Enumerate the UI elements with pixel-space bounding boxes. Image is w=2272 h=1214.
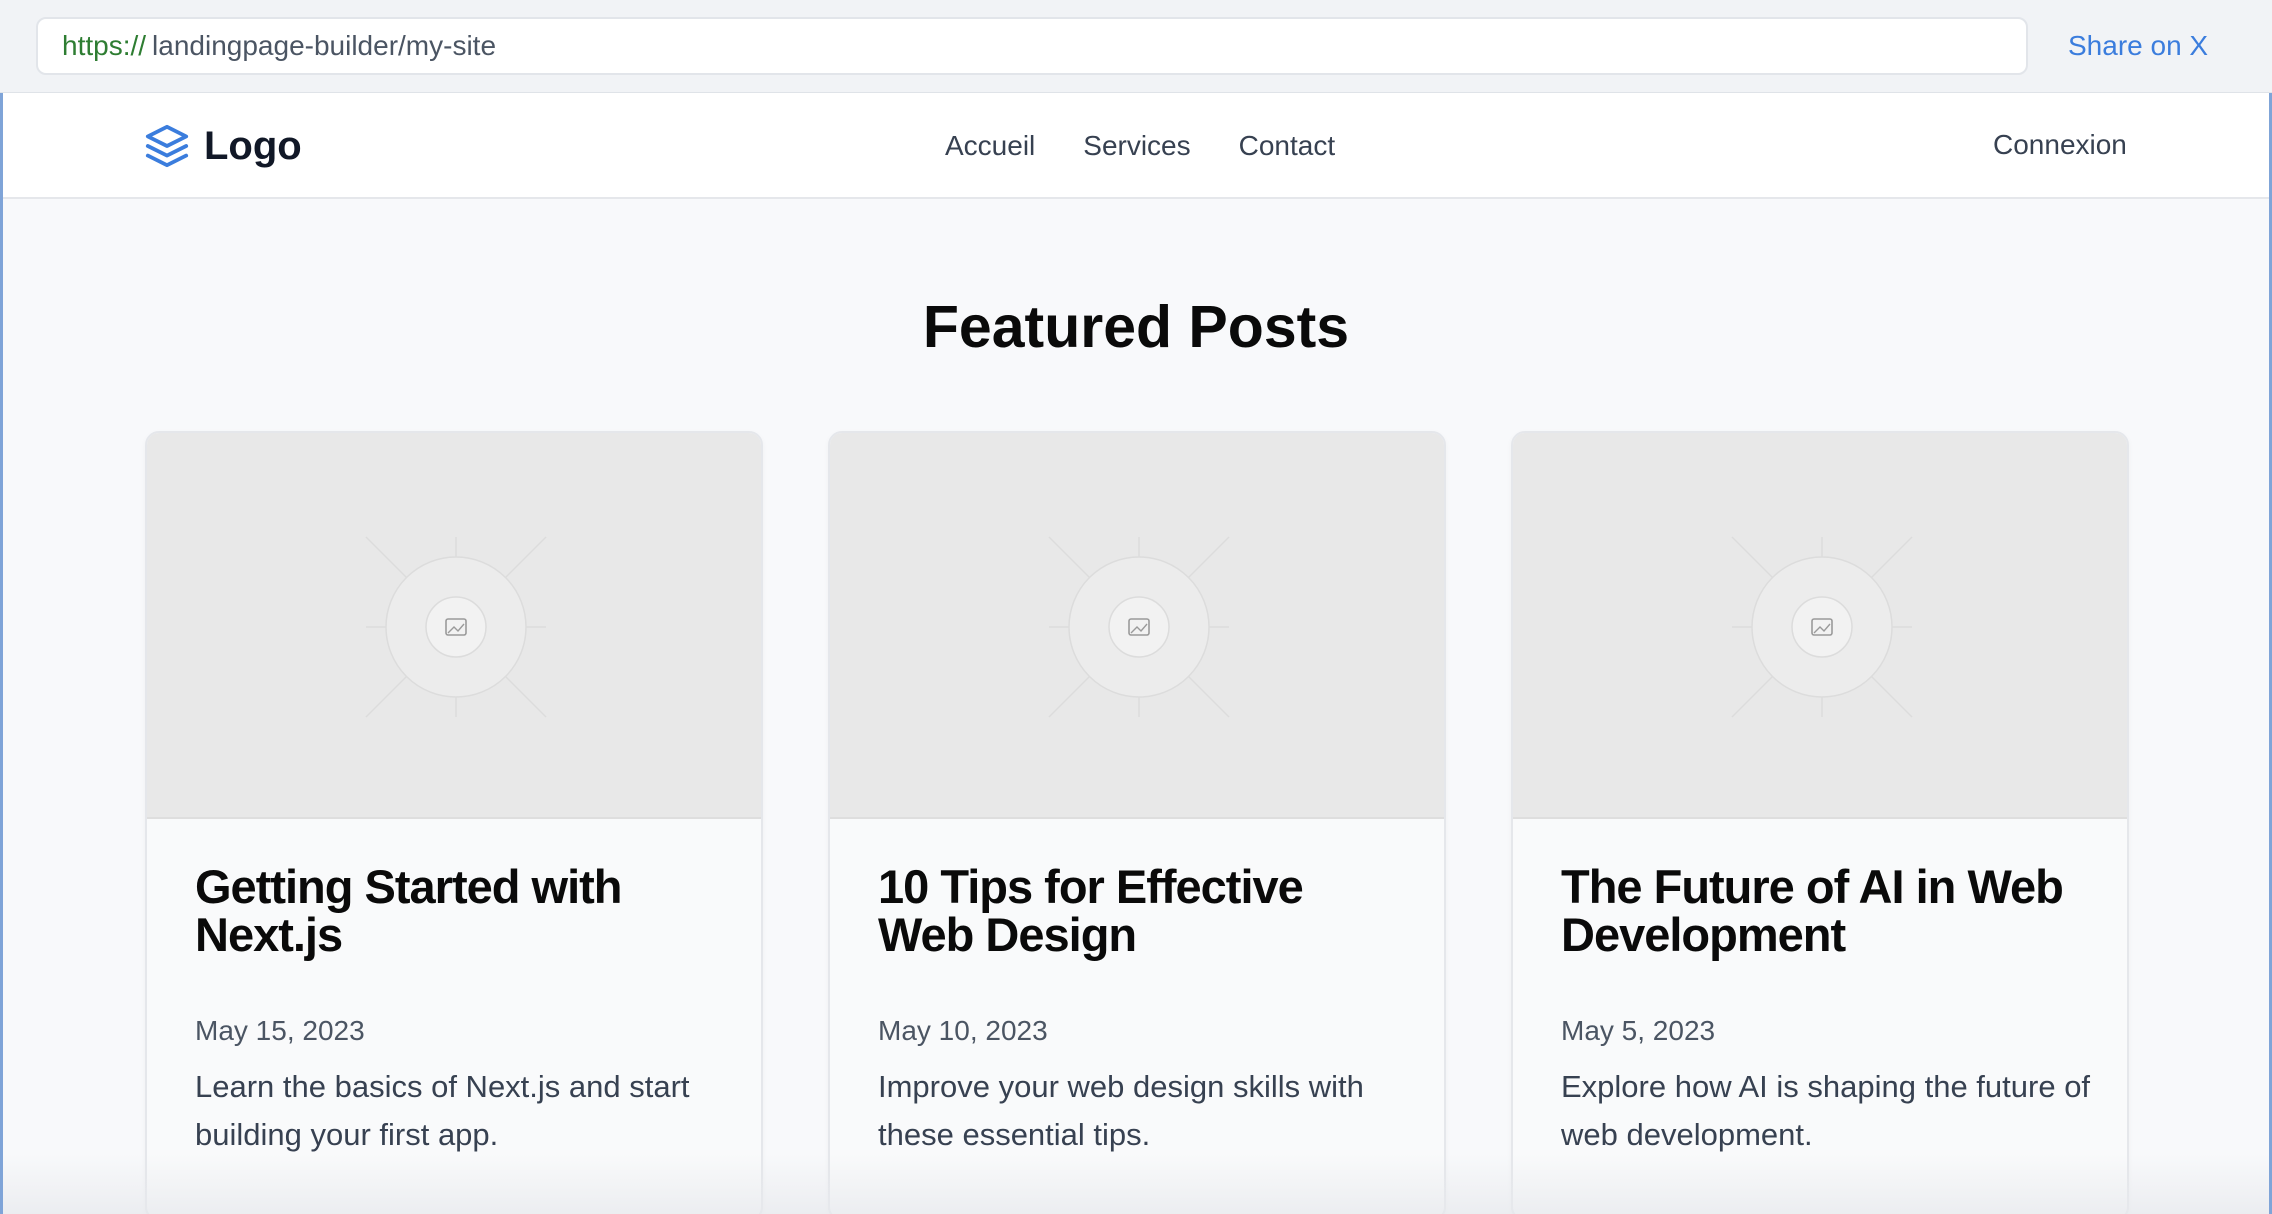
- post-title[interactable]: Getting Started with Next.js: [195, 863, 725, 959]
- post-date: May 15, 2023: [195, 1015, 365, 1046]
- url-path: landingpage-builder/my-site: [152, 30, 497, 61]
- logo-text: Logo: [204, 123, 302, 168]
- nav-item-accueil[interactable]: Accueil: [945, 130, 1035, 162]
- post-date: May 5, 2023: [1561, 1015, 1716, 1046]
- logo[interactable]: Logo: [144, 119, 302, 173]
- post-description: Improve your web design skills with thes…: [878, 1069, 1364, 1152]
- post-title[interactable]: The Future of AI in Web Development: [1561, 863, 2091, 959]
- main-nav: Accueil Services Contact: [945, 121, 1335, 171]
- post-date: May 10, 2023: [878, 1015, 1048, 1046]
- site-preview-frame: Logo Accueil Services Contact Connexion …: [0, 93, 2272, 1214]
- nav-item-services[interactable]: Services: [1083, 130, 1190, 162]
- nav-item-contact[interactable]: Contact: [1239, 130, 1336, 162]
- image-placeholder-icon: [1731, 536, 1913, 718]
- post-image-placeholder: [147, 433, 761, 819]
- post-card[interactable]: The Future of AI in Web Development May …: [1511, 431, 2129, 1214]
- post-card[interactable]: Getting Started with Next.js May 15, 202…: [145, 431, 763, 1214]
- layers-icon: [144, 123, 190, 169]
- url-scheme: https://: [62, 30, 147, 61]
- site-header: Logo Accueil Services Contact Connexion: [3, 93, 2269, 199]
- browser-toolbar: https:// landingpage-builder/my-site Sha…: [0, 0, 2272, 93]
- section-title: Featured Posts: [922, 294, 1350, 360]
- image-placeholder-icon: [1048, 536, 1230, 718]
- post-image-placeholder: [830, 433, 1444, 819]
- post-description: Learn the basics of Next.js and start bu…: [195, 1069, 690, 1152]
- post-image-placeholder: [1513, 433, 2127, 819]
- share-on-x-link[interactable]: Share on X: [2068, 26, 2208, 66]
- login-link[interactable]: Connexion: [1993, 123, 2127, 167]
- post-card[interactable]: 10 Tips for Effective Web Design May 10,…: [828, 431, 1446, 1214]
- address-bar[interactable]: https:// landingpage-builder/my-site: [36, 17, 2028, 75]
- image-placeholder-icon: [365, 536, 547, 718]
- post-title[interactable]: 10 Tips for Effective Web Design: [878, 863, 1408, 959]
- post-description: Explore how AI is shaping the future of …: [1561, 1069, 2091, 1152]
